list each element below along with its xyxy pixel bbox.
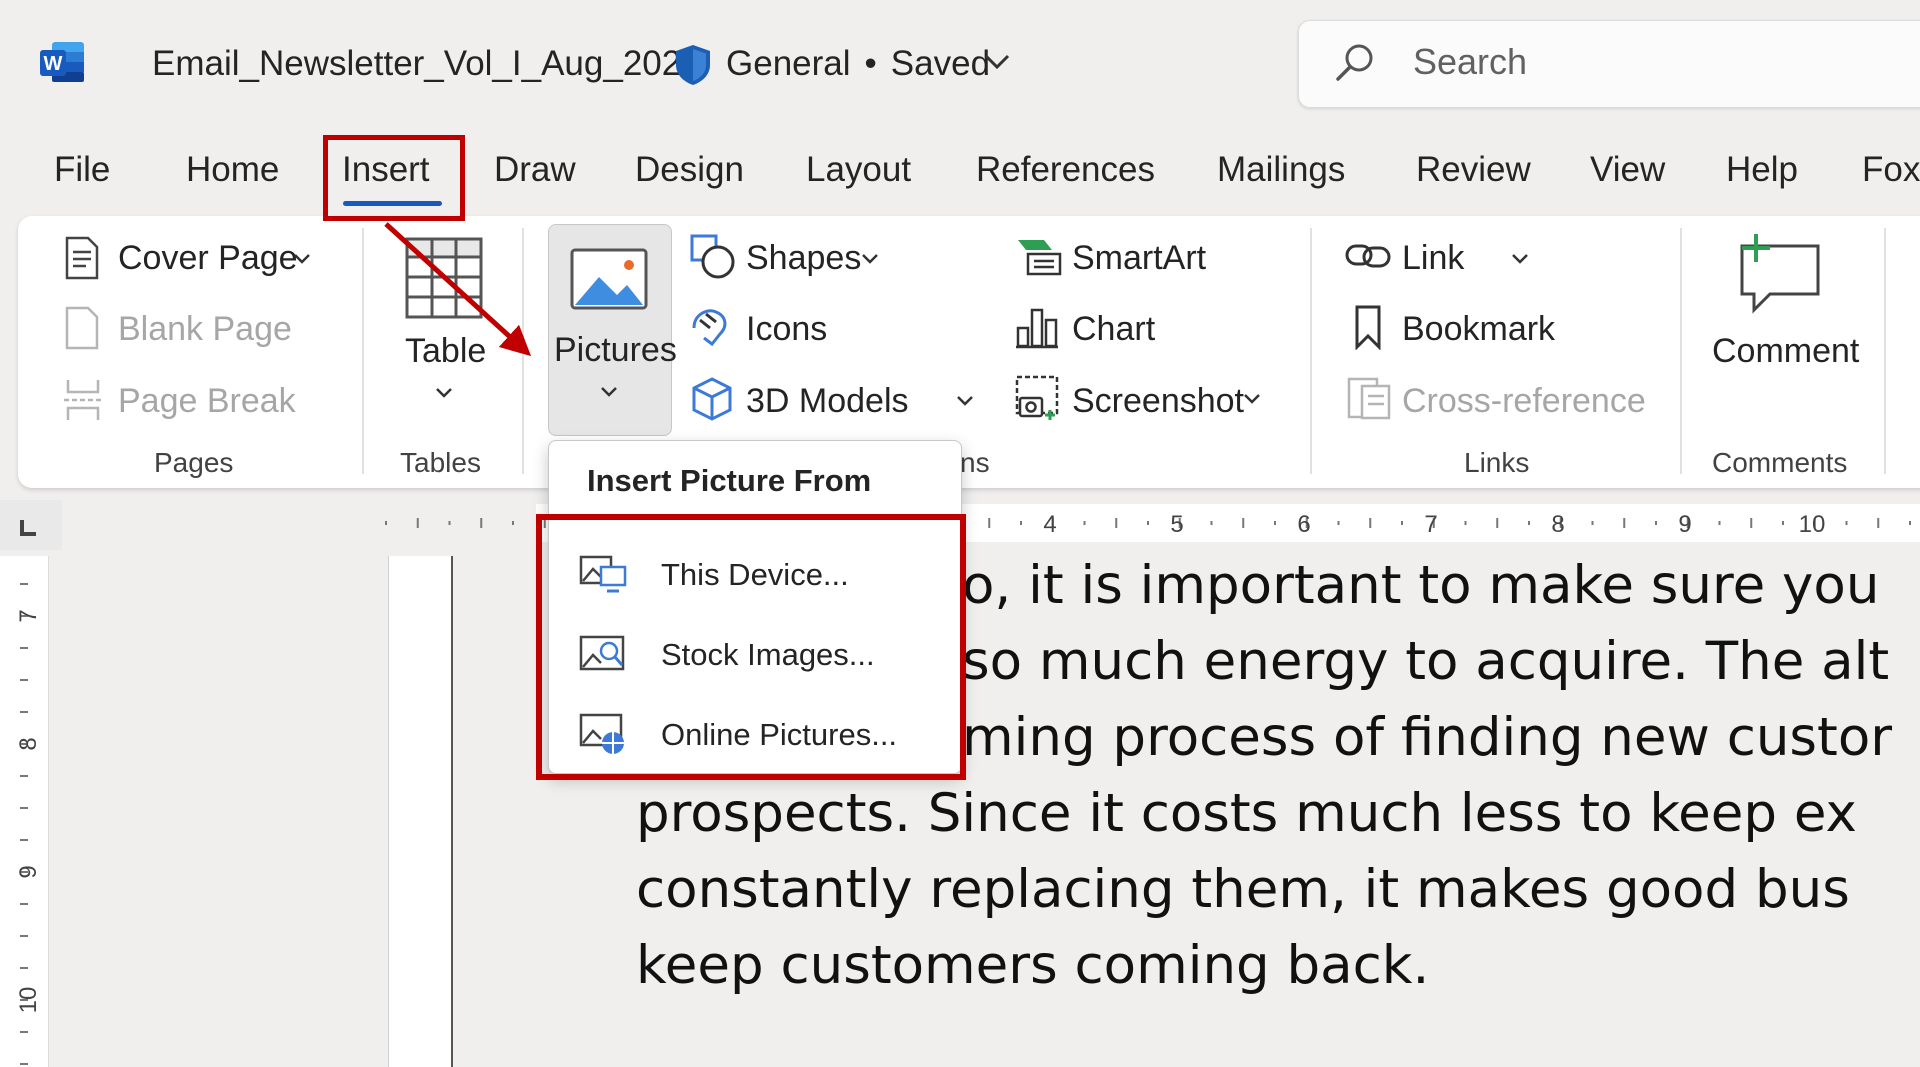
document-title[interactable]: Email_Newsletter_Vol_I_Aug_2025 (152, 44, 701, 84)
group-label-links: Links (1464, 447, 1530, 478)
smartart-icon (1018, 240, 1062, 276)
document-line: constantly replacing them, it makes good… (636, 859, 1850, 920)
group-label-illustrations: ns (960, 447, 990, 478)
sensitivity-and-save-status[interactable]: General • Saved (726, 44, 990, 84)
save-status: Saved (890, 44, 991, 83)
cross-reference-icon (1347, 377, 1391, 420)
document-line: prospects. Since it costs much less to k… (636, 783, 1857, 844)
cross-reference-button[interactable]: Cross-reference (1402, 382, 1646, 421)
chevron-down-icon[interactable] (1510, 252, 1530, 266)
menu-header: Insert Picture From (587, 463, 872, 498)
chevron-down-icon[interactable] (1242, 392, 1262, 406)
chart-button[interactable]: Chart (1072, 310, 1155, 349)
search-box[interactable]: Search (1298, 20, 1920, 108)
svg-text:W: W (44, 53, 63, 75)
tab-references[interactable]: References (976, 150, 1155, 190)
page-break-icon (64, 380, 102, 420)
3d-models-button[interactable]: 3D Models (746, 382, 909, 421)
vertical-ruler-ticks: 7 8 9 10 (15, 583, 42, 1065)
icons-icon (692, 309, 727, 347)
group-divider (362, 228, 364, 474)
pictures-label: Pictures (554, 331, 677, 369)
search-icon (1336, 44, 1373, 81)
ruler-number: 8 (15, 737, 42, 750)
comment-button[interactable]: Comment (1712, 332, 1859, 371)
group-divider (1310, 228, 1312, 474)
group-divider (1884, 228, 1886, 474)
chevron-down-icon[interactable] (434, 386, 454, 400)
pictures-button[interactable]: Pictures (548, 224, 677, 436)
tab-help[interactable]: Help (1726, 150, 1798, 190)
ruler-number: 7 (15, 609, 42, 622)
group-label-pages: Pages (154, 447, 234, 478)
tab-home[interactable]: Home (186, 150, 279, 190)
chevron-down-icon (601, 387, 617, 397)
page-break-button[interactable]: Page Break (118, 382, 296, 421)
picture-icon (570, 248, 648, 310)
ruler-number: 6 (1297, 511, 1310, 538)
sensitivity-label: General (726, 44, 851, 83)
page-margin-area (62, 556, 388, 1067)
ruler-number: 7 (1424, 511, 1437, 538)
chevron-down-icon[interactable] (982, 52, 1012, 72)
ruler-number: 8 (1551, 511, 1564, 538)
new-comment-icon (1740, 234, 1820, 314)
ruler-number: 10 (1799, 511, 1826, 538)
group-label-tables: Tables (400, 447, 481, 478)
tab-draw[interactable]: Draw (494, 150, 576, 190)
tab-review[interactable]: Review (1416, 150, 1531, 190)
screenshot-icon (1015, 375, 1059, 420)
link-button[interactable]: Link (1402, 239, 1464, 278)
tab-mailings[interactable]: Mailings (1217, 150, 1345, 190)
tab-fox[interactable]: Fox (1862, 150, 1920, 190)
chevron-down-icon[interactable] (955, 394, 975, 408)
tab-stop-selector[interactable] (0, 500, 62, 550)
left-tab-icon (20, 520, 36, 536)
ruler-number: 5 (1170, 511, 1183, 538)
icons-button[interactable]: Icons (746, 310, 827, 349)
ruler-number: 4 (1043, 511, 1056, 538)
group-divider (1680, 228, 1682, 474)
group-label-comments: Comments (1712, 447, 1848, 478)
chevron-down-icon[interactable] (292, 252, 312, 266)
status-separator: • (864, 44, 877, 83)
screenshot-button[interactable]: Screenshot (1072, 382, 1244, 421)
chevron-down-icon[interactable] (860, 252, 880, 266)
tab-layout[interactable]: Layout (806, 150, 911, 190)
page-edge (388, 556, 453, 1067)
chart-icon (1016, 308, 1058, 349)
smartart-button[interactable]: SmartArt (1072, 239, 1206, 278)
link-icon (1345, 244, 1391, 268)
bookmark-icon (1355, 305, 1381, 350)
ruler-number: 9 (1678, 511, 1691, 538)
annotation-arrow-icon (384, 222, 532, 357)
word-app-icon[interactable]: W (38, 40, 86, 84)
blank-page-button[interactable]: Blank Page (118, 310, 292, 349)
cover-page-icon (65, 236, 99, 280)
ruler-number: 9 (15, 865, 42, 878)
3d-models-icon (692, 377, 732, 421)
bookmark-button[interactable]: Bookmark (1402, 310, 1555, 349)
shapes-icon (690, 234, 735, 279)
cover-page-button[interactable]: Cover Page (118, 239, 298, 278)
menu-items-highlight-annotation (536, 514, 966, 780)
tab-view[interactable]: View (1590, 150, 1665, 190)
shapes-button[interactable]: Shapes (746, 239, 861, 278)
vertical-ruler[interactable]: 7 8 9 10 (0, 556, 49, 1067)
ruler-number: 10 (15, 987, 42, 1014)
sensitivity-shield-icon (676, 45, 710, 85)
tab-design[interactable]: Design (635, 150, 744, 190)
document-line: keep customers coming back. (636, 935, 1430, 996)
insert-tab-highlight-annotation (323, 135, 465, 221)
blank-page-icon (65, 306, 99, 350)
search-placeholder: Search (1413, 41, 1528, 82)
tab-file[interactable]: File (54, 150, 110, 190)
